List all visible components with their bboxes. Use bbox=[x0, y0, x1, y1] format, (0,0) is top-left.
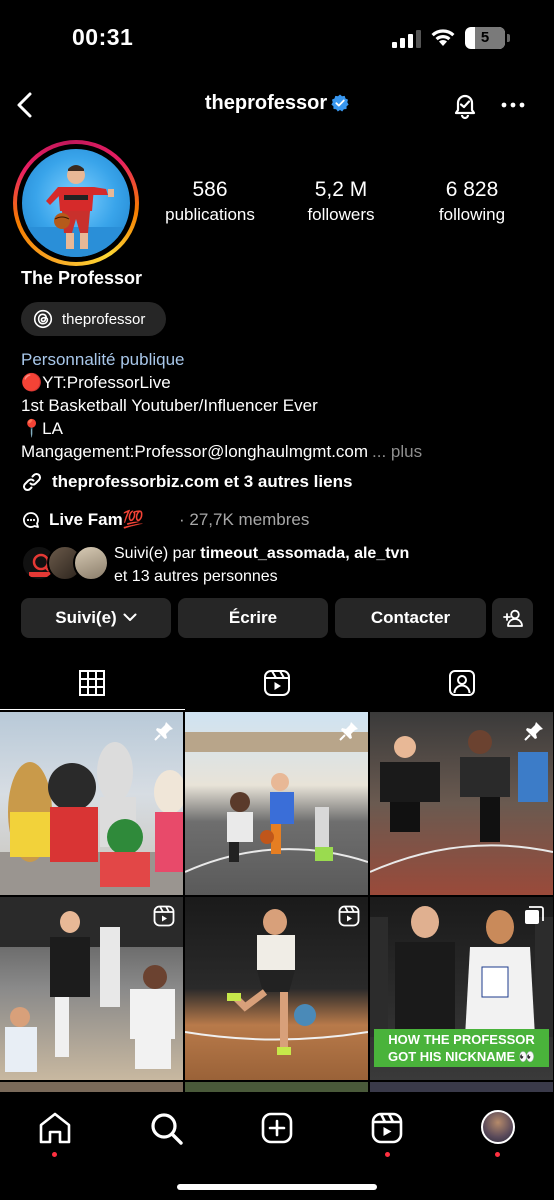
search-icon[interactable] bbox=[146, 1108, 186, 1148]
username-text: theprofessor bbox=[204, 92, 328, 114]
profile-bio: Personnalité publique 🔴YT:ProfessorLive … bbox=[21, 348, 541, 463]
contact-button-label: Contacter bbox=[370, 608, 451, 627]
avatar-photo bbox=[22, 149, 130, 257]
tab-posts[interactable] bbox=[0, 658, 185, 710]
grid-post[interactable] bbox=[185, 712, 368, 895]
followed-prefix: Suivi(e) par bbox=[114, 545, 201, 562]
reels-nav-icon[interactable] bbox=[367, 1108, 407, 1148]
verified-badge-icon bbox=[331, 94, 349, 112]
link-icon bbox=[22, 472, 42, 492]
following-label: following bbox=[438, 205, 506, 224]
bio-category[interactable]: Personnalité publique bbox=[21, 348, 541, 371]
grid-post[interactable]: HOW THE PROFESSOR GOT HIS NICKNAME 👀 bbox=[370, 897, 553, 1080]
create-post-icon[interactable] bbox=[257, 1108, 297, 1148]
followers-count: 5,2 M bbox=[314, 178, 368, 201]
threads-profile-link[interactable]: theprofessor bbox=[21, 302, 166, 336]
grid-post[interactable] bbox=[185, 1082, 368, 1092]
notification-bell-icon[interactable] bbox=[450, 90, 480, 120]
profile-tabs bbox=[0, 658, 554, 710]
display-name: The Professor bbox=[21, 268, 143, 288]
grid-post[interactable] bbox=[0, 712, 183, 895]
reels-notification-dot bbox=[385, 1152, 390, 1157]
post-caption-overlay: HOW THE PROFESSOR GOT HIS NICKNAME 👀 bbox=[374, 1029, 549, 1067]
battery-icon: 5 bbox=[465, 27, 510, 49]
bio-line-management: Mangagement:Professor@longhaulmgmt.com..… bbox=[21, 440, 541, 463]
tab-reels[interactable] bbox=[185, 658, 370, 710]
followed-names: timeout_assomada, ale_tvn bbox=[200, 545, 410, 562]
profile-header: theprofessor bbox=[0, 80, 554, 130]
profile-actions: Suivi(e) Écrire Contacter bbox=[21, 598, 541, 638]
reel-icon bbox=[153, 905, 175, 927]
external-links[interactable]: theprofessorbiz.com et 3 autres liens bbox=[21, 470, 521, 494]
stat-following[interactable]: 6 828 following bbox=[407, 178, 537, 225]
suggest-users-button[interactable] bbox=[492, 598, 533, 638]
grid-post[interactable] bbox=[0, 897, 183, 1080]
pinned-icon bbox=[154, 722, 173, 741]
channel-chat-icon bbox=[23, 512, 39, 528]
battery-level: 5 bbox=[480, 29, 490, 46]
home-indicator bbox=[177, 1184, 377, 1190]
grid-post[interactable] bbox=[370, 712, 553, 895]
following-button[interactable]: Suivi(e) bbox=[21, 598, 171, 638]
home-icon[interactable] bbox=[35, 1108, 75, 1148]
wifi-icon bbox=[431, 29, 455, 46]
bio-more-link[interactable]: ... plus bbox=[372, 442, 422, 461]
mutual-avatar-3 bbox=[73, 545, 109, 581]
profile-notification-dot bbox=[495, 1152, 500, 1157]
status-bar: 00:31 5 bbox=[0, 0, 554, 76]
profile-avatar-nav[interactable] bbox=[481, 1110, 515, 1144]
carousel-icon bbox=[525, 906, 544, 924]
tab-tagged[interactable] bbox=[370, 658, 554, 710]
grid-post[interactable] bbox=[185, 897, 368, 1080]
threads-icon bbox=[33, 309, 53, 329]
contact-button[interactable]: Contacter bbox=[335, 598, 486, 638]
add-person-icon bbox=[502, 609, 523, 627]
bio-management-text: Mangagement:Professor@longhaulmgmt.com bbox=[21, 442, 369, 461]
mutual-followers[interactable]: Suivi(e) par timeout_assomada, ale_tvn e… bbox=[21, 540, 541, 590]
status-time: 00:31 bbox=[72, 24, 134, 50]
bio-line-youtube: 🔴YT:ProfessorLive bbox=[21, 373, 171, 392]
profile-stats: 586 publications 5,2 M followers 6 828 f… bbox=[150, 178, 550, 228]
channel-members: · 27,7K membres bbox=[179, 510, 310, 529]
profile-avatar[interactable] bbox=[13, 140, 139, 266]
followers-label: followers bbox=[307, 205, 375, 224]
home-notification-dot bbox=[52, 1152, 57, 1157]
followed-line2: et 13 autres personnes bbox=[114, 568, 278, 585]
pinned-icon bbox=[524, 722, 543, 741]
grid-post[interactable] bbox=[0, 1082, 183, 1092]
mutual-followers-text: Suivi(e) par timeout_assomada, ale_tvn e… bbox=[114, 542, 409, 588]
threads-handle: theprofessor bbox=[62, 311, 146, 328]
message-button-label: Écrire bbox=[228, 608, 278, 627]
following-count: 6 828 bbox=[445, 178, 499, 201]
posts-label: publications bbox=[165, 205, 255, 224]
more-options-icon[interactable] bbox=[500, 92, 526, 118]
pinned-icon bbox=[339, 722, 358, 741]
grid-post[interactable] bbox=[370, 1082, 553, 1092]
message-button[interactable]: Écrire bbox=[178, 598, 328, 638]
links-text: theprofessorbiz.com et 3 autres liens bbox=[52, 472, 353, 491]
broadcast-channel[interactable]: Live Fam💯 · 27,7K membres bbox=[21, 508, 541, 532]
grid-icon bbox=[79, 670, 105, 696]
cellular-signal-icon bbox=[392, 30, 422, 48]
reel-icon bbox=[338, 905, 360, 927]
bio-line-location: 📍LA bbox=[21, 419, 63, 438]
reels-icon bbox=[264, 670, 290, 696]
channel-name: Live Fam💯 bbox=[49, 510, 144, 529]
chevron-down-icon bbox=[123, 613, 137, 621]
posts-count: 586 bbox=[192, 178, 228, 201]
stat-followers[interactable]: 5,2 M followers bbox=[276, 178, 406, 225]
stat-posts[interactable]: 586 publications bbox=[145, 178, 275, 225]
bio-line-tagline: 1st Basketball Youtuber/Influencer Ever bbox=[21, 396, 318, 415]
tagged-icon bbox=[449, 670, 475, 696]
following-button-label: Suivi(e) bbox=[55, 608, 117, 627]
posts-grid: HOW THE PROFESSOR GOT HIS NICKNAME 👀 bbox=[0, 712, 554, 1092]
